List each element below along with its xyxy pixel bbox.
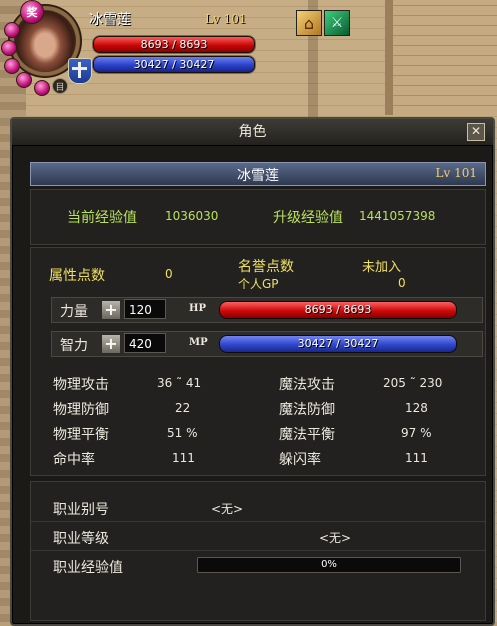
next-exp-value: 1441057398 [359, 209, 436, 223]
physical-attack-label: 物理攻击 [53, 377, 109, 393]
strength-value: 120 [124, 299, 166, 319]
character-name-bar: 冰雪莲 Lv 101 [30, 162, 486, 186]
sword-buff-icon[interactable] [324, 10, 350, 36]
magic-defense-value: 128 [405, 401, 428, 415]
hud-mp-bar: 30427 / 30427 [93, 56, 255, 73]
job-alias-label: 职业别号 [53, 502, 109, 518]
target-orb-icon[interactable]: 目 [52, 78, 68, 94]
dodge-rate-label: 躲闪率 [279, 452, 321, 468]
magic-balance-value: 97 % [401, 426, 432, 440]
next-exp-label: 升级经验值 [273, 210, 343, 226]
intellect-row: 智力 + 420 MP 30427 / 30427 [51, 331, 483, 357]
magic-attack-label: 魔法攻击 [279, 377, 335, 393]
strength-row: 力量 + 120 HP 8693 / 8693 [51, 297, 483, 323]
status-hud: 奖 目 冰雪莲 Lv 101 8693 / 8693 30427 / 30427 [0, 0, 270, 100]
attribute-points-label: 属性点数 [49, 268, 105, 284]
strength-label: 力量 [60, 304, 88, 320]
hud-character-name: 冰雪莲 [89, 12, 131, 28]
physical-defense-value: 22 [175, 401, 191, 415]
guild-shield-icon[interactable] [68, 58, 92, 84]
dodge-rate-value: 111 [405, 451, 428, 465]
physical-defense-label: 物理防御 [53, 402, 109, 418]
background-column [385, 0, 497, 115]
hp-bar-label: HP [189, 303, 206, 314]
personal-gp-value: 0 [398, 276, 406, 290]
current-exp-value: 1036030 [165, 209, 219, 223]
intellect-value: 420 [124, 333, 166, 353]
physical-balance-label: 物理平衡 [53, 427, 109, 443]
magic-defense-label: 魔法防御 [279, 402, 335, 418]
honor-points-label: 名誉点数 [238, 259, 294, 275]
personal-gp-label: 个人GP [238, 277, 279, 291]
mp-bar: 30427 / 30427 [219, 335, 457, 353]
job-exp-value: 0% [321, 559, 337, 570]
job-panel: 职业别号 <无> 职业等级 <无> 职业经验值 0% [30, 481, 486, 621]
menu-orb-icon[interactable] [1, 40, 17, 56]
current-exp-label: 当前经验值 [67, 210, 137, 226]
stats-panel: 属性点数 0 名誉点数 未加入 个人GP 0 力量 + 120 HP 8693 … [30, 247, 486, 476]
hit-rate-label: 命中率 [53, 452, 95, 468]
character-window: 角色 ✕ 冰雪莲 Lv 101 当前经验值 1036030 升级经验值 1441… [10, 117, 495, 626]
hud-hp-bar: 8693 / 8693 [93, 36, 255, 53]
magic-balance-label: 魔法平衡 [279, 427, 335, 443]
job-alias-value: <无> [211, 502, 244, 516]
honor-points-value: 未加入 [362, 260, 402, 275]
job-level-label: 职业等级 [53, 531, 109, 547]
window-title[interactable]: 角色 [12, 119, 493, 146]
menu-orb-icon[interactable] [34, 80, 50, 96]
intellect-label: 智力 [60, 338, 88, 354]
hud-level: Lv 101 [205, 12, 247, 26]
divider [31, 521, 485, 522]
menu-orb-icon[interactable] [4, 22, 20, 38]
character-level: Lv 101 [435, 166, 477, 180]
divider [31, 550, 485, 551]
experience-panel: 当前经验值 1036030 升级经验值 1441057398 [30, 189, 486, 245]
menu-orb-icon[interactable] [4, 58, 20, 74]
hit-rate-value: 111 [172, 451, 195, 465]
character-name: 冰雪莲 [237, 168, 279, 184]
hp-bar: 8693 / 8693 [219, 301, 457, 319]
add-intellect-button[interactable]: + [101, 334, 121, 354]
house-buff-icon[interactable] [296, 10, 322, 36]
close-button[interactable]: ✕ [467, 123, 485, 141]
menu-orb-icon[interactable] [16, 72, 32, 88]
magic-attack-value: 205 ˜ 230 [383, 376, 443, 390]
physical-balance-value: 51 % [167, 426, 198, 440]
attribute-points-value: 0 [165, 267, 173, 281]
mp-bar-label: MP [189, 337, 208, 348]
job-exp-label: 职业经验值 [53, 560, 123, 576]
job-exp-bar: 0% [197, 557, 461, 573]
add-strength-button[interactable]: + [101, 300, 121, 320]
reward-orb-icon[interactable]: 奖 [20, 0, 44, 24]
job-level-value: <无> [319, 531, 352, 545]
physical-attack-value: 36 ˜ 41 [157, 376, 202, 390]
